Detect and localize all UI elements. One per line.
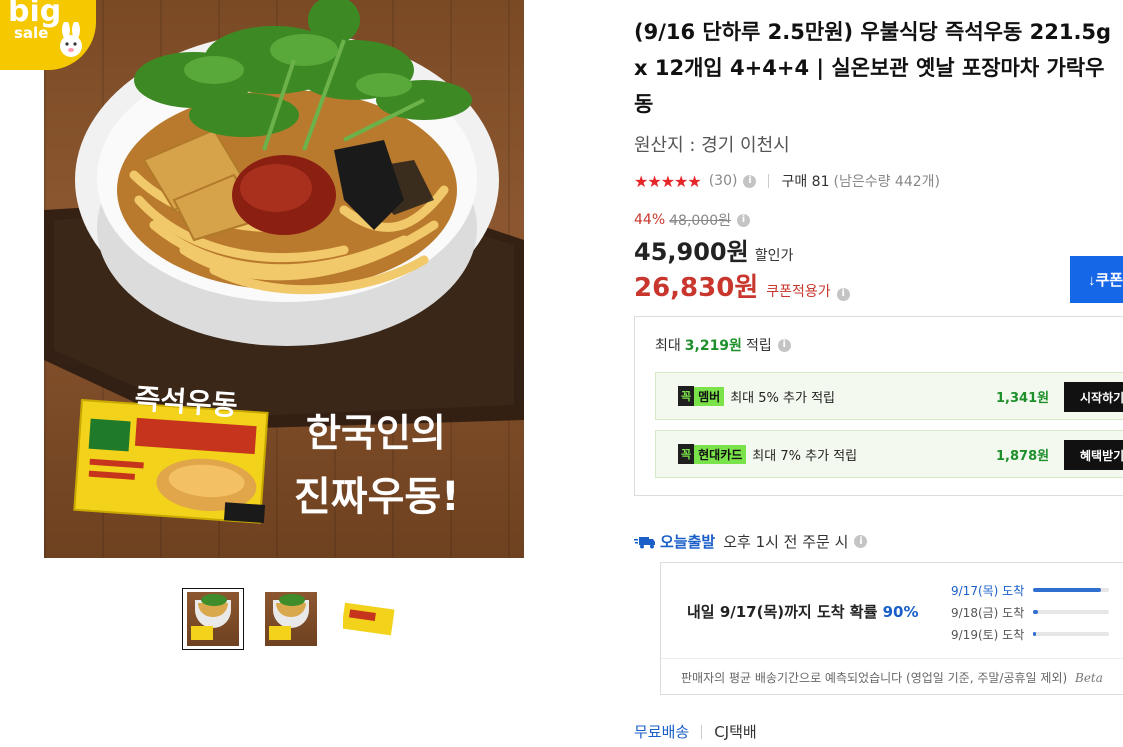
carrier-label: CJ택배 bbox=[714, 723, 757, 741]
today-shipping-condition: 오후 1시 전 주문 시 bbox=[723, 533, 849, 551]
coupon-price-row: 26,830원 쿠폰적용가 i bbox=[634, 267, 850, 304]
rating-row: ★★★★★ (30) i 구매 81 (남은수량 442개) bbox=[634, 171, 940, 191]
delivery-probability-list: 9/17(목) 도착 9/18(금) 도착 9/19(토) 도착 bbox=[951, 579, 1109, 645]
stock-remaining: (남은수량 442개) bbox=[833, 174, 941, 190]
kkok-member-logo: 꼭 멤버 bbox=[678, 386, 725, 406]
badge-sale-text: sale bbox=[14, 24, 49, 42]
probability-bar bbox=[1033, 632, 1109, 636]
truck-icon bbox=[634, 536, 655, 548]
thumbnail-image bbox=[343, 592, 395, 646]
reward-desc: 최대 5% 추가 적립 bbox=[730, 390, 835, 406]
origin-label: 원산지 : 경기 이천시 bbox=[634, 135, 790, 156]
reward-amount: 1,341원 bbox=[996, 390, 1050, 406]
probability-bar-fill bbox=[1033, 588, 1102, 592]
sale-price-label: 할인가 bbox=[754, 248, 794, 264]
thumbnail-1[interactable] bbox=[182, 588, 244, 650]
points-max-amount: 3,219원 bbox=[684, 338, 742, 354]
thumbnail-image bbox=[187, 592, 239, 646]
points-suffix: 적립 bbox=[745, 338, 772, 354]
discount-row: 44% 48,000원 i bbox=[634, 210, 750, 230]
today-shipping-row: 오늘출발 오후 1시 전 주문 시 i bbox=[634, 531, 868, 552]
probability-bar-fill bbox=[1033, 632, 1037, 636]
coupon-download-button[interactable]: ↓쿠폰 bbox=[1070, 256, 1123, 303]
thumbnail-image bbox=[265, 592, 317, 646]
delivery-probability-row: 9/18(금) 도착 bbox=[951, 601, 1109, 623]
rating-stars[interactable]: ★★★★★ bbox=[634, 172, 702, 191]
product-title: (9/16 단하루 2.5만원) 우불식당 즉석우동 221.5g x 12개입… bbox=[634, 20, 1112, 116]
beta-label: Beta bbox=[1075, 671, 1103, 685]
delivery-date-label: 9/18(금) 도착 bbox=[951, 605, 1025, 620]
info-icon[interactable]: i bbox=[743, 174, 757, 188]
review-count[interactable]: (30) bbox=[709, 173, 738, 189]
divider bbox=[701, 724, 703, 739]
info-icon[interactable]: i bbox=[737, 213, 750, 227]
sale-price-row: 45,900원 할인가 bbox=[634, 232, 793, 267]
bunny-icon bbox=[60, 22, 82, 57]
delivery-probability-row: 9/17(목) 도착 bbox=[951, 579, 1109, 601]
today-shipping-label: 오늘출발 bbox=[660, 533, 716, 551]
hero-slogan-line1: 한국인의 bbox=[306, 411, 446, 455]
get-benefit-button[interactable]: 혜택받기 bbox=[1064, 440, 1123, 470]
delivery-note: 판매자의 평균 배송기간으로 예측되었습니다 (영업일 기준, 주말/공휴일 제… bbox=[681, 671, 1103, 685]
free-shipping-label: 무료배송 bbox=[634, 723, 690, 741]
product-main-image: 즉석우동 한국인의 진짜우동! bbox=[44, 0, 524, 558]
probability-bar bbox=[1033, 588, 1109, 592]
coupon-price: 26,830원 bbox=[634, 273, 759, 303]
discount-rate: 44% bbox=[634, 212, 666, 228]
points-box: 최대 3,219원 적립 i 꼭 멤버 최대 5% 추가 적립 1,341원 시작… bbox=[634, 316, 1123, 496]
info-icon[interactable]: i bbox=[777, 338, 791, 352]
shipping-row: 무료배송 CJ택배 bbox=[634, 721, 757, 742]
kkok-hyundai-card-logo: 꼭 현대카드 bbox=[678, 444, 747, 464]
thumbnail-2[interactable] bbox=[260, 588, 322, 650]
divider bbox=[661, 658, 1123, 659]
delivery-probability-row: 9/19(토) 도착 bbox=[951, 623, 1109, 645]
delivery-date-label: 9/19(토) 도착 bbox=[951, 627, 1025, 642]
points-prefix: 최대 bbox=[655, 338, 681, 354]
info-icon[interactable]: i bbox=[836, 287, 850, 301]
probability-bar bbox=[1033, 610, 1109, 614]
delivery-date-label: 9/17(목) 도착 bbox=[951, 583, 1025, 598]
sold-count: 구매 81 bbox=[781, 174, 830, 190]
hero-slogan-line2: 진짜우동! bbox=[294, 474, 459, 520]
original-price: 48,000원 bbox=[669, 213, 731, 229]
reward-amount: 1,878원 bbox=[996, 448, 1050, 464]
delivery-estimate-box: 내일 9/17(목)까지 도착 확률 90% 9/17(목) 도착 9/18(금)… bbox=[660, 562, 1123, 695]
divider bbox=[768, 174, 770, 188]
probability-bar-fill bbox=[1033, 610, 1038, 614]
coupon-price-label: 쿠폰적용가 bbox=[766, 284, 831, 300]
thumbnail-strip bbox=[182, 588, 400, 650]
udon-bowl-illustration: 즉석우동 한국인의 진짜우동! bbox=[44, 0, 524, 524]
thumbnail-3[interactable] bbox=[338, 588, 400, 650]
delivery-probability-headline: 내일 9/17(목)까지 도착 확률 90% bbox=[687, 603, 919, 621]
delivery-probability-percent: 90% bbox=[882, 603, 919, 621]
sale-price: 45,900원 bbox=[634, 238, 749, 266]
reward-desc: 최대 7% 추가 적립 bbox=[752, 448, 858, 464]
reward-row-member: 꼭 멤버 최대 5% 추가 적립 1,341원 시작하기 bbox=[655, 372, 1123, 420]
noodle-package bbox=[73, 398, 269, 524]
reward-row-card: 꼭 현대카드 최대 7% 추가 적립 1,878원 혜택받기 bbox=[655, 430, 1123, 478]
info-icon[interactable]: i bbox=[854, 535, 868, 548]
start-button[interactable]: 시작하기 bbox=[1064, 382, 1123, 412]
points-header: 최대 3,219원 적립 i bbox=[655, 335, 791, 355]
